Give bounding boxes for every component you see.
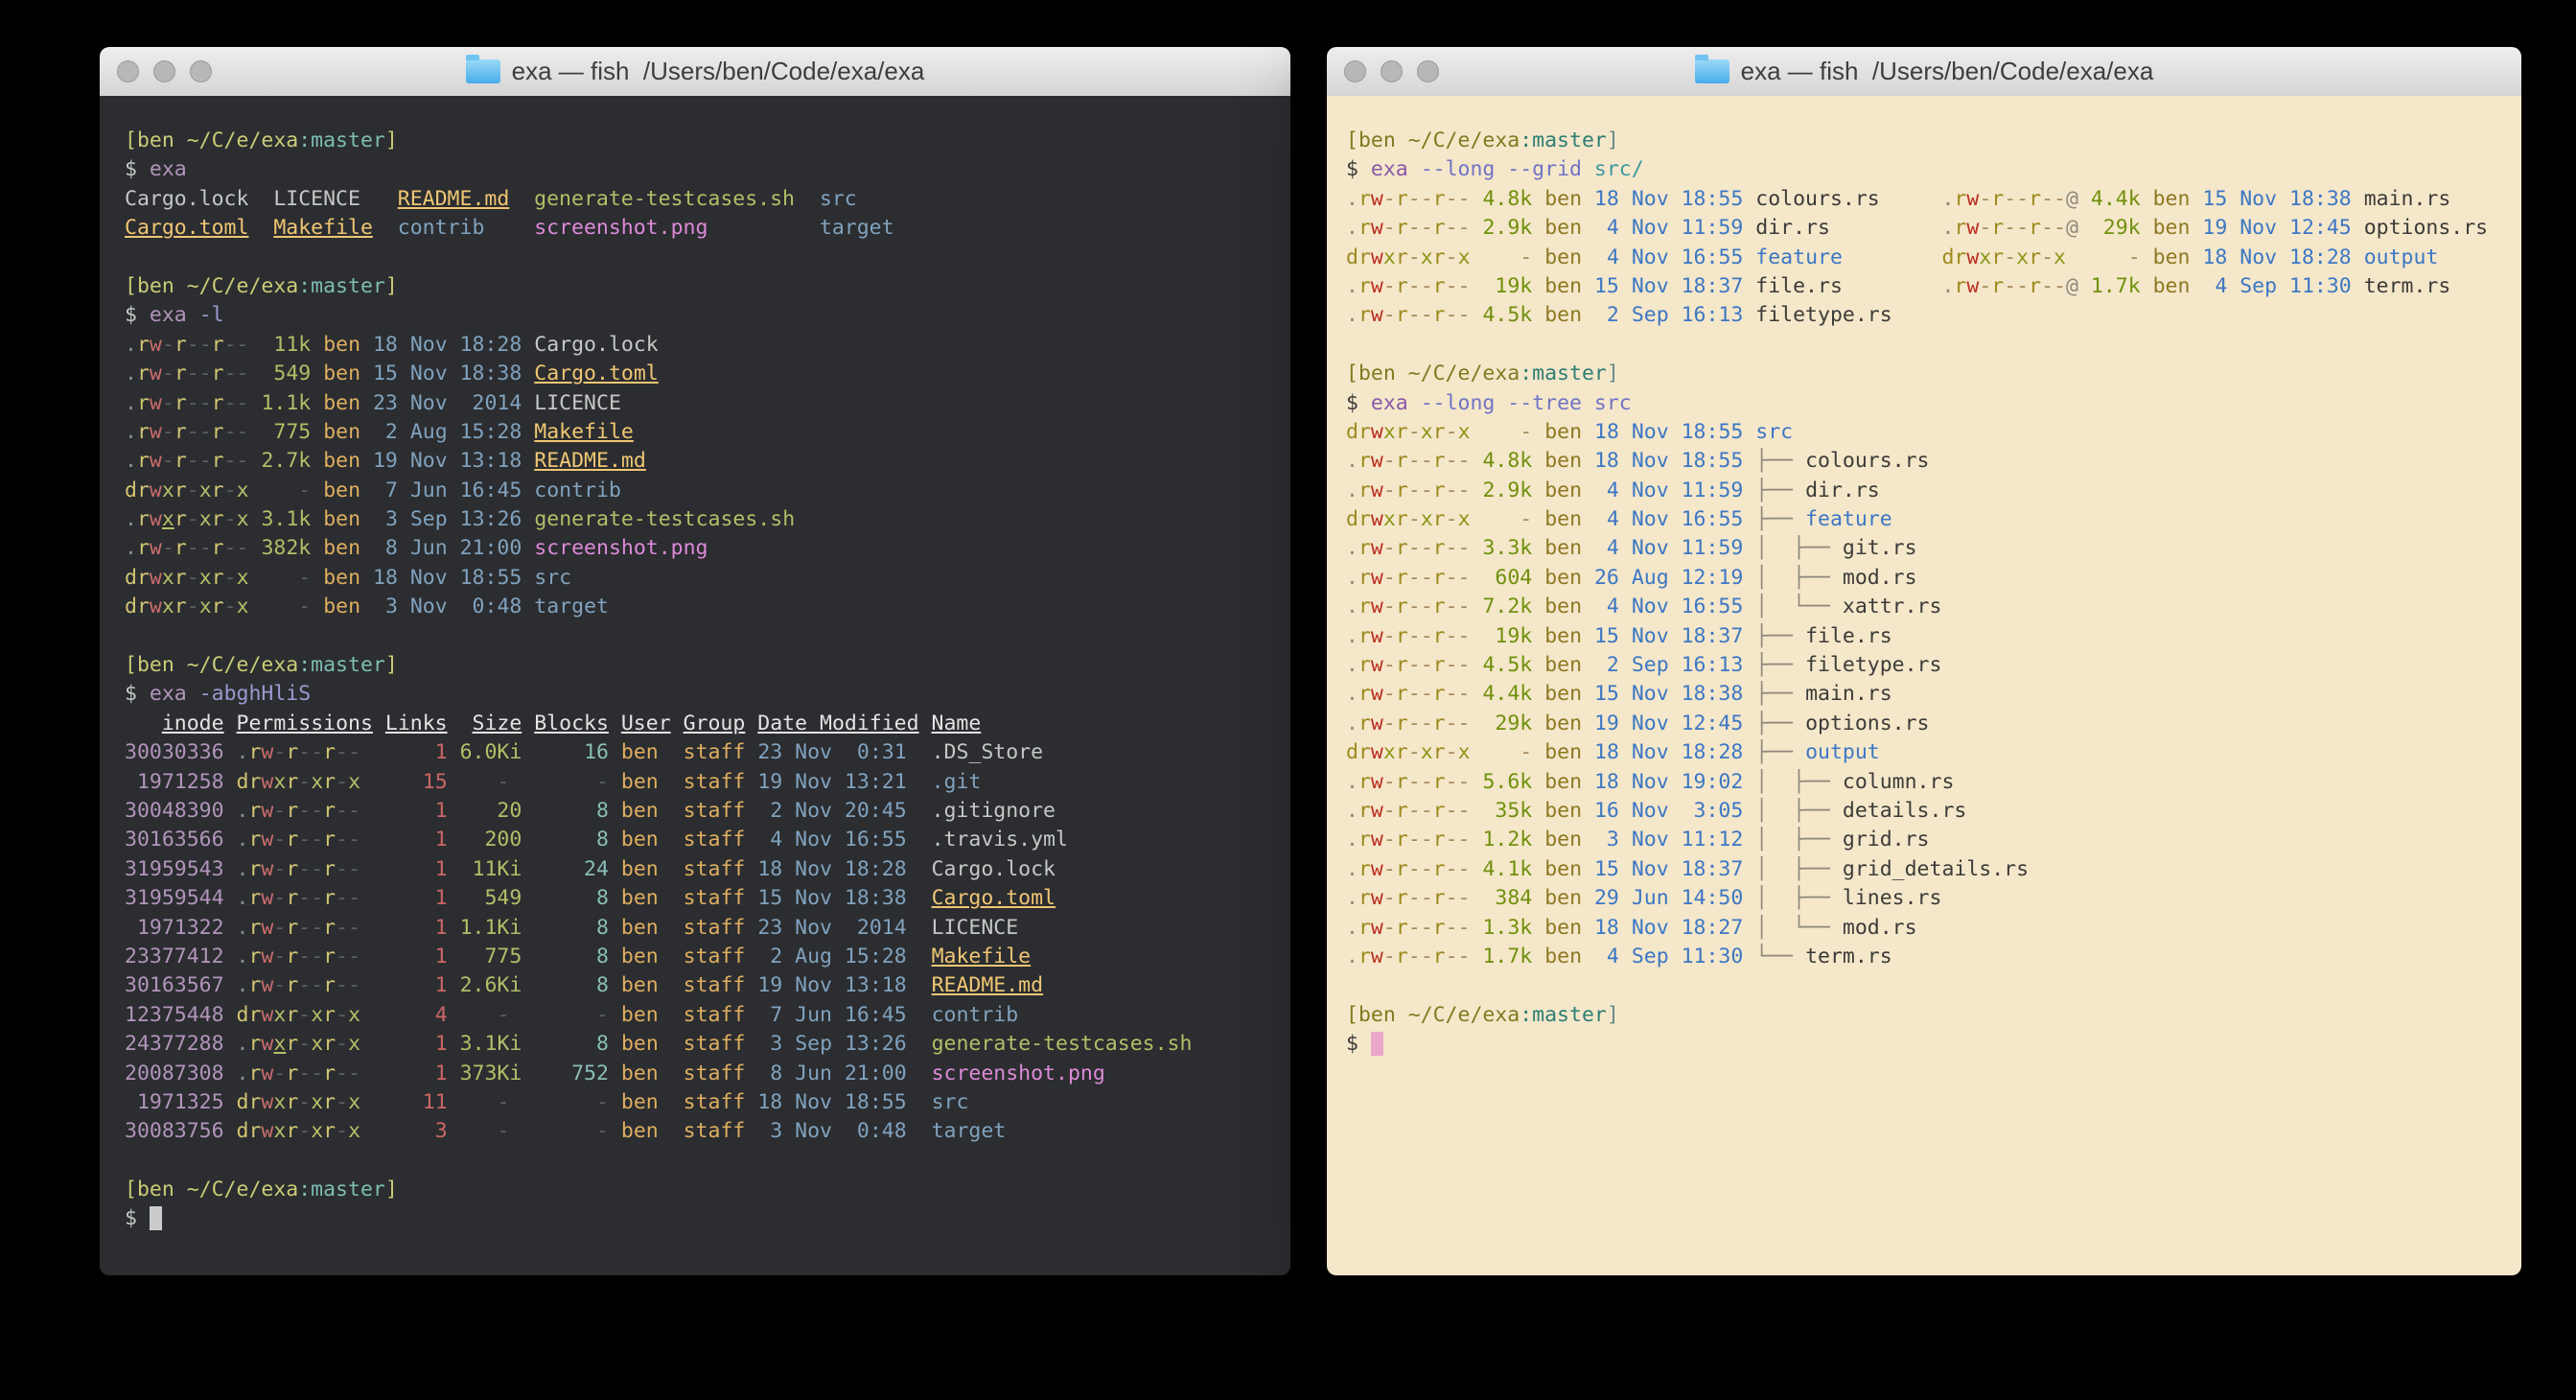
terminal-line: $ xyxy=(125,1204,1290,1233)
terminal-line: .rw-r--r-- 4.5k ben 2 Sep 16:13 filetype… xyxy=(1346,301,2521,330)
terminal-line: 1971258 drwxr-xr-x 15 - - ben staff 19 N… xyxy=(125,768,1290,797)
terminal-line: Cargo.toml Makefile contrib screenshot.p… xyxy=(125,214,1290,243)
terminal-line: drwxr-xr-x - ben 18 Nov 18:28 ├── output xyxy=(1346,738,2521,767)
folder-icon xyxy=(466,59,500,83)
terminal-line: .rw-r--r-- 4.4k ben 15 Nov 18:38 ├── mai… xyxy=(1346,680,2521,709)
terminal-line xyxy=(1346,971,2521,1000)
terminal-line: .rw-r--r-- 384 ben 29 Jun 14:50 │ ├── li… xyxy=(1346,884,2521,913)
terminal-line: drwxr-xr-x - ben 3 Nov 0:48 target xyxy=(125,593,1290,621)
terminal-window-dark: exa — fish /Users/ben/Code/exa/exa [ben … xyxy=(100,47,1290,1275)
terminal-line: [ben ~/C/e/exa:master] xyxy=(125,127,1290,155)
terminal-line: .rw-r--r-- 2.7k ben 19 Nov 13:18 README.… xyxy=(125,447,1290,476)
close-button[interactable] xyxy=(1344,60,1366,82)
terminal-line: .rw-r--r-- 2.9k ben 4 Nov 11:59 ├── dir.… xyxy=(1346,477,2521,505)
terminal-line: 31959544 .rw-r--r-- 1 549 8 ben staff 15… xyxy=(125,884,1290,913)
terminal-line xyxy=(1346,331,2521,360)
terminal-line: [ben ~/C/e/exa:master] xyxy=(1346,360,2521,388)
window-title-text: exa — fish /Users/ben/Code/exa/exa xyxy=(512,57,925,86)
terminal-line: .rw-r--r-- 19k ben 15 Nov 18:37 ├── file… xyxy=(1346,622,2521,651)
terminal-line: .rw-r--r-- 35k ben 16 Nov 3:05 │ ├── det… xyxy=(1346,797,2521,826)
close-button[interactable] xyxy=(117,60,139,82)
terminal-line xyxy=(125,244,1290,272)
terminal-line: [ben ~/C/e/exa:master] xyxy=(125,651,1290,680)
terminal-line: .rw-r--r-- 1.1k ben 23 Nov 2014 LICENCE xyxy=(125,389,1290,418)
minimize-button[interactable] xyxy=(153,60,175,82)
terminal-line: drwxr-xr-x - ben 7 Jun 16:45 contrib xyxy=(125,477,1290,505)
terminal-line: $ xyxy=(1346,1030,2521,1059)
terminal-line: .rw-r--r-- 4.8k ben 18 Nov 18:55 colours… xyxy=(1346,185,2521,214)
terminal-line: $ exa xyxy=(125,155,1290,184)
terminal-line: .rw-r--r-- 382k ben 8 Jun 21:00 screensh… xyxy=(125,534,1290,563)
window-title-text: exa — fish /Users/ben/Code/exa/exa xyxy=(1741,57,2154,86)
terminal-line: .rw-r--r-- 604 ben 26 Aug 12:19 │ ├── mo… xyxy=(1346,564,2521,593)
terminal-line: 23377412 .rw-r--r-- 1 775 8 ben staff 2 … xyxy=(125,943,1290,971)
minimize-button[interactable] xyxy=(1381,60,1403,82)
terminal-line: [ben ~/C/e/exa:master] xyxy=(125,272,1290,301)
terminal-line: inode Permissions Links Size Blocks User… xyxy=(125,710,1290,738)
block-cursor xyxy=(150,1206,162,1230)
zoom-button[interactable] xyxy=(190,60,212,82)
terminal-line: [ben ~/C/e/exa:master] xyxy=(1346,1001,2521,1030)
traffic-lights xyxy=(1344,47,1439,96)
terminal-line: $ exa -abghHliS xyxy=(125,680,1290,709)
terminal-line: Cargo.lock LICENCE README.md generate-te… xyxy=(125,185,1290,214)
terminal-line: .rw-r--r-- 4.1k ben 15 Nov 18:37 │ ├── g… xyxy=(1346,855,2521,884)
terminal-line: 30163567 .rw-r--r-- 1 2.6Ki 8 ben staff … xyxy=(125,971,1290,1000)
traffic-lights xyxy=(117,47,212,96)
terminal-line: .rw-r--r-- 775 ben 2 Aug 15:28 Makefile xyxy=(125,418,1290,447)
terminal-line: .rw-r--r-- 4.8k ben 18 Nov 18:55 ├── col… xyxy=(1346,447,2521,476)
terminal-line: .rw-r--r-- 5.6k ben 18 Nov 19:02 │ ├── c… xyxy=(1346,768,2521,797)
terminal-line: .rw-r--r-- 549 ben 15 Nov 18:38 Cargo.to… xyxy=(125,360,1290,388)
terminal-line: .rwxr-xr-x 3.1k ben 3 Sep 13:26 generate… xyxy=(125,505,1290,534)
terminal-line: 24377288 .rwxr-xr-x 1 3.1Ki 8 ben staff … xyxy=(125,1030,1290,1059)
terminal-line: drwxr-xr-x - ben 18 Nov 18:55 src xyxy=(125,564,1290,593)
terminal-line: drwxr-xr-x - ben 18 Nov 18:55 src xyxy=(1346,418,2521,447)
terminal-line: 30030336 .rw-r--r-- 1 6.0Ki 16 ben staff… xyxy=(125,738,1290,767)
terminal-line: $ exa -l xyxy=(125,301,1290,330)
terminal-line: 20087308 .rw-r--r-- 1 373Ki 752 ben staf… xyxy=(125,1060,1290,1088)
terminal-line: [ben ~/C/e/exa:master] xyxy=(125,1176,1290,1204)
terminal-line: .rw-r--r-- 1.3k ben 18 Nov 18:27 │ └── m… xyxy=(1346,914,2521,943)
terminal-line: drwxr-xr-x - ben 4 Nov 16:55 ├── feature xyxy=(1346,505,2521,534)
zoom-button[interactable] xyxy=(1417,60,1439,82)
terminal-line: $ exa --long --grid src/ xyxy=(1346,155,2521,184)
terminal-line: 12375448 drwxr-xr-x 4 - - ben staff 7 Ju… xyxy=(125,1001,1290,1030)
terminal-line: .rw-r--r-- 11k ben 18 Nov 18:28 Cargo.lo… xyxy=(125,331,1290,360)
terminal-line: .rw-r--r-- 7.2k ben 4 Nov 16:55 │ └── xa… xyxy=(1346,593,2521,621)
terminal-output[interactable]: [ben ~/C/e/exa:master]$ exa --long --gri… xyxy=(1327,96,2521,1275)
title-bar[interactable]: exa — fish /Users/ben/Code/exa/exa xyxy=(1327,47,2521,97)
terminal-line: 30083756 drwxr-xr-x 3 - - ben staff 3 No… xyxy=(125,1117,1290,1146)
terminal-line: 31959543 .rw-r--r-- 1 11Ki 24 ben staff … xyxy=(125,855,1290,884)
desktop: { "left_window": { "title": "exa — fish … xyxy=(0,0,2576,1400)
terminal-line: 30048390 .rw-r--r-- 1 20 8 ben staff 2 N… xyxy=(125,797,1290,826)
terminal-line: $ exa --long --tree src xyxy=(1346,389,2521,418)
terminal-line: .rw-r--r-- 29k ben 19 Nov 12:45 ├── opti… xyxy=(1346,710,2521,738)
terminal-line: .rw-r--r-- 1.7k ben 4 Sep 11:30 └── term… xyxy=(1346,943,2521,971)
block-cursor xyxy=(1371,1032,1383,1056)
terminal-line: .rw-r--r-- 3.3k ben 4 Nov 11:59 │ ├── gi… xyxy=(1346,534,2521,563)
window-title: exa — fish /Users/ben/Code/exa/exa xyxy=(466,57,925,86)
terminal-line xyxy=(125,1147,1290,1176)
terminal-line: 30163566 .rw-r--r-- 1 200 8 ben staff 4 … xyxy=(125,826,1290,854)
terminal-line: .rw-r--r-- 1.2k ben 3 Nov 11:12 │ ├── gr… xyxy=(1346,826,2521,854)
terminal-line: .rw-r--r-- 2.9k ben 4 Nov 11:59 dir.rs .… xyxy=(1346,214,2521,243)
terminal-line: .rw-r--r-- 19k ben 15 Nov 18:37 file.rs … xyxy=(1346,272,2521,301)
folder-icon xyxy=(1695,59,1729,83)
terminal-window-light: exa — fish /Users/ben/Code/exa/exa [ben … xyxy=(1327,47,2521,1275)
terminal-line xyxy=(125,622,1290,651)
terminal-line: 1971322 .rw-r--r-- 1 1.1Ki 8 ben staff 2… xyxy=(125,914,1290,943)
title-bar[interactable]: exa — fish /Users/ben/Code/exa/exa xyxy=(100,47,1290,97)
terminal-line: [ben ~/C/e/exa:master] xyxy=(1346,127,2521,155)
terminal-line: .rw-r--r-- 4.5k ben 2 Sep 16:13 ├── file… xyxy=(1346,651,2521,680)
terminal-line: drwxr-xr-x - ben 4 Nov 16:55 feature drw… xyxy=(1346,244,2521,272)
window-title: exa — fish /Users/ben/Code/exa/exa xyxy=(1695,57,2154,86)
terminal-line: 1971325 drwxr-xr-x 11 - - ben staff 18 N… xyxy=(125,1088,1290,1117)
terminal-output[interactable]: [ben ~/C/e/exa:master]$ exaCargo.lock LI… xyxy=(100,96,1290,1275)
